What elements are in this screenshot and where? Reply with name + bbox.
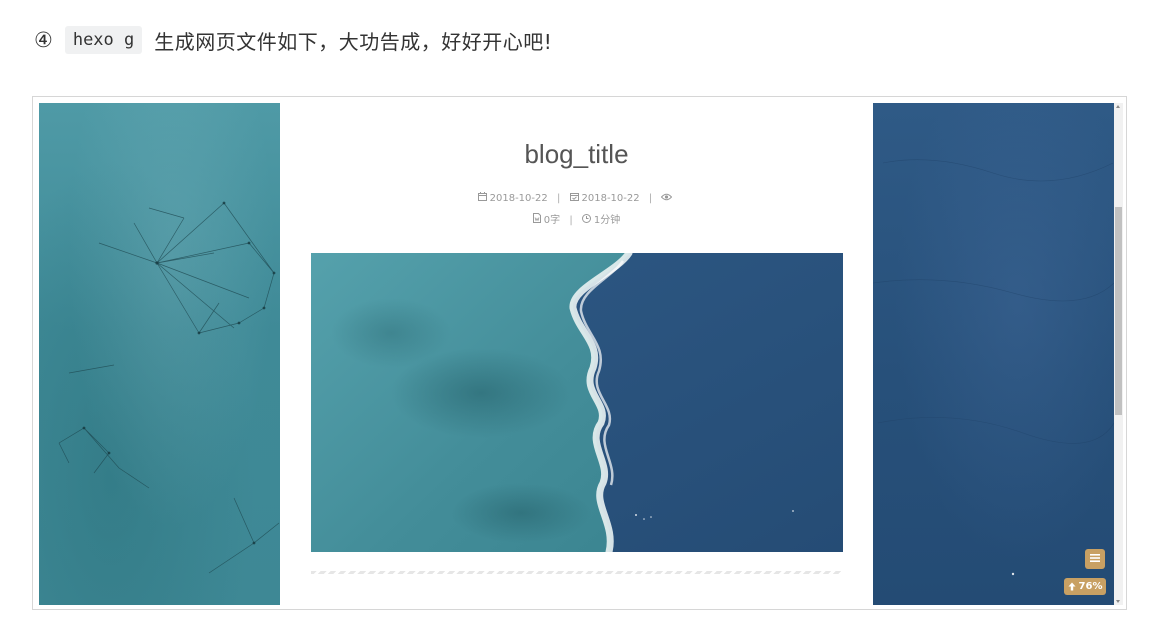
sea-texture <box>872 159 1115 576</box>
updated-date: 2018-10-22 <box>581 193 640 204</box>
instruction-line: ④ hexo g 生成网页文件如下，大功告成，好好开心吧! <box>34 22 552 58</box>
scroll-up-arrow[interactable] <box>1116 105 1120 108</box>
arrow-up-icon <box>1068 582 1076 591</box>
post-divider <box>311 571 843 574</box>
blog-screenshot: blog_title 2018-10-22 | 2018-10-22 | 0字 … <box>32 96 1127 610</box>
scroll-percent: 76% <box>1078 581 1103 592</box>
word-count: 0字 <box>543 215 561 226</box>
calendar-icon <box>477 192 487 204</box>
right-background <box>872 103 1115 605</box>
post-title[interactable]: blog_title <box>280 139 873 170</box>
left-background <box>39 103 280 605</box>
step-number: ④ <box>34 28 53 52</box>
read-time: 1分钟 <box>593 215 621 226</box>
post-content: blog_title 2018-10-22 | 2018-10-22 | 0字 … <box>280 103 873 605</box>
clock-icon <box>581 214 591 226</box>
instruction-text: 生成网页文件如下，大功告成，好好开心吧! <box>154 29 553 54</box>
scroll-thumb[interactable] <box>1115 207 1122 415</box>
meta-separator: | <box>556 193 561 204</box>
calendar-check-icon <box>569 192 579 204</box>
constellation-lines <box>58 201 280 574</box>
created-date: 2018-10-22 <box>489 193 548 204</box>
post-meta-stats: 0字 | 1分钟 <box>280 211 873 226</box>
file-word-icon <box>532 213 541 226</box>
hero-image <box>311 253 843 552</box>
command-code: hexo g <box>64 26 143 54</box>
post-meta-dates: 2018-10-22 | 2018-10-22 | <box>280 192 873 204</box>
toc-button[interactable] <box>1085 549 1105 569</box>
scroll-down-arrow[interactable] <box>1116 600 1120 603</box>
meta-separator: | <box>569 215 573 226</box>
list-icon <box>1089 553 1101 566</box>
meta-separator: | <box>648 193 653 204</box>
scrollbar[interactable] <box>1114 103 1123 605</box>
eye-icon <box>661 193 673 204</box>
back-to-top-button[interactable]: 76% <box>1064 578 1106 595</box>
